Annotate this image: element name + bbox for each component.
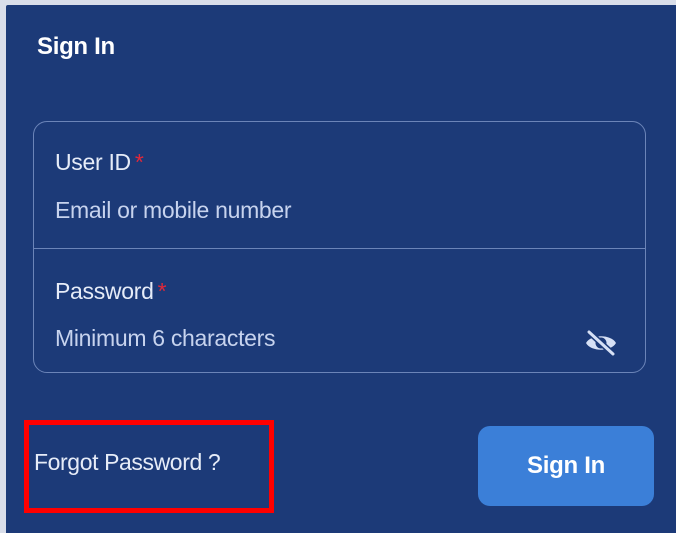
credentials-form: User ID* Password* [33,121,646,373]
password-label-text: Password [55,278,154,304]
forgot-password-link[interactable]: Forgot Password ? [34,449,221,476]
required-marker: * [157,278,167,304]
field-divider [34,248,645,249]
sign-in-button[interactable]: Sign In [478,426,654,506]
user-id-label-text: User ID [55,149,131,175]
user-id-label: User ID * [55,149,144,176]
password-label: Password * [55,278,167,305]
required-marker: * [134,149,144,175]
sign-in-panel: Sign In User ID* Password* Forgot Passwo… [6,5,676,533]
eye-off-icon[interactable] [581,323,621,363]
password-input[interactable] [55,323,575,353]
user-id-input[interactable] [55,195,575,225]
eye-off-icon-glyph [586,330,616,356]
panel-title: Sign In [37,33,115,60]
